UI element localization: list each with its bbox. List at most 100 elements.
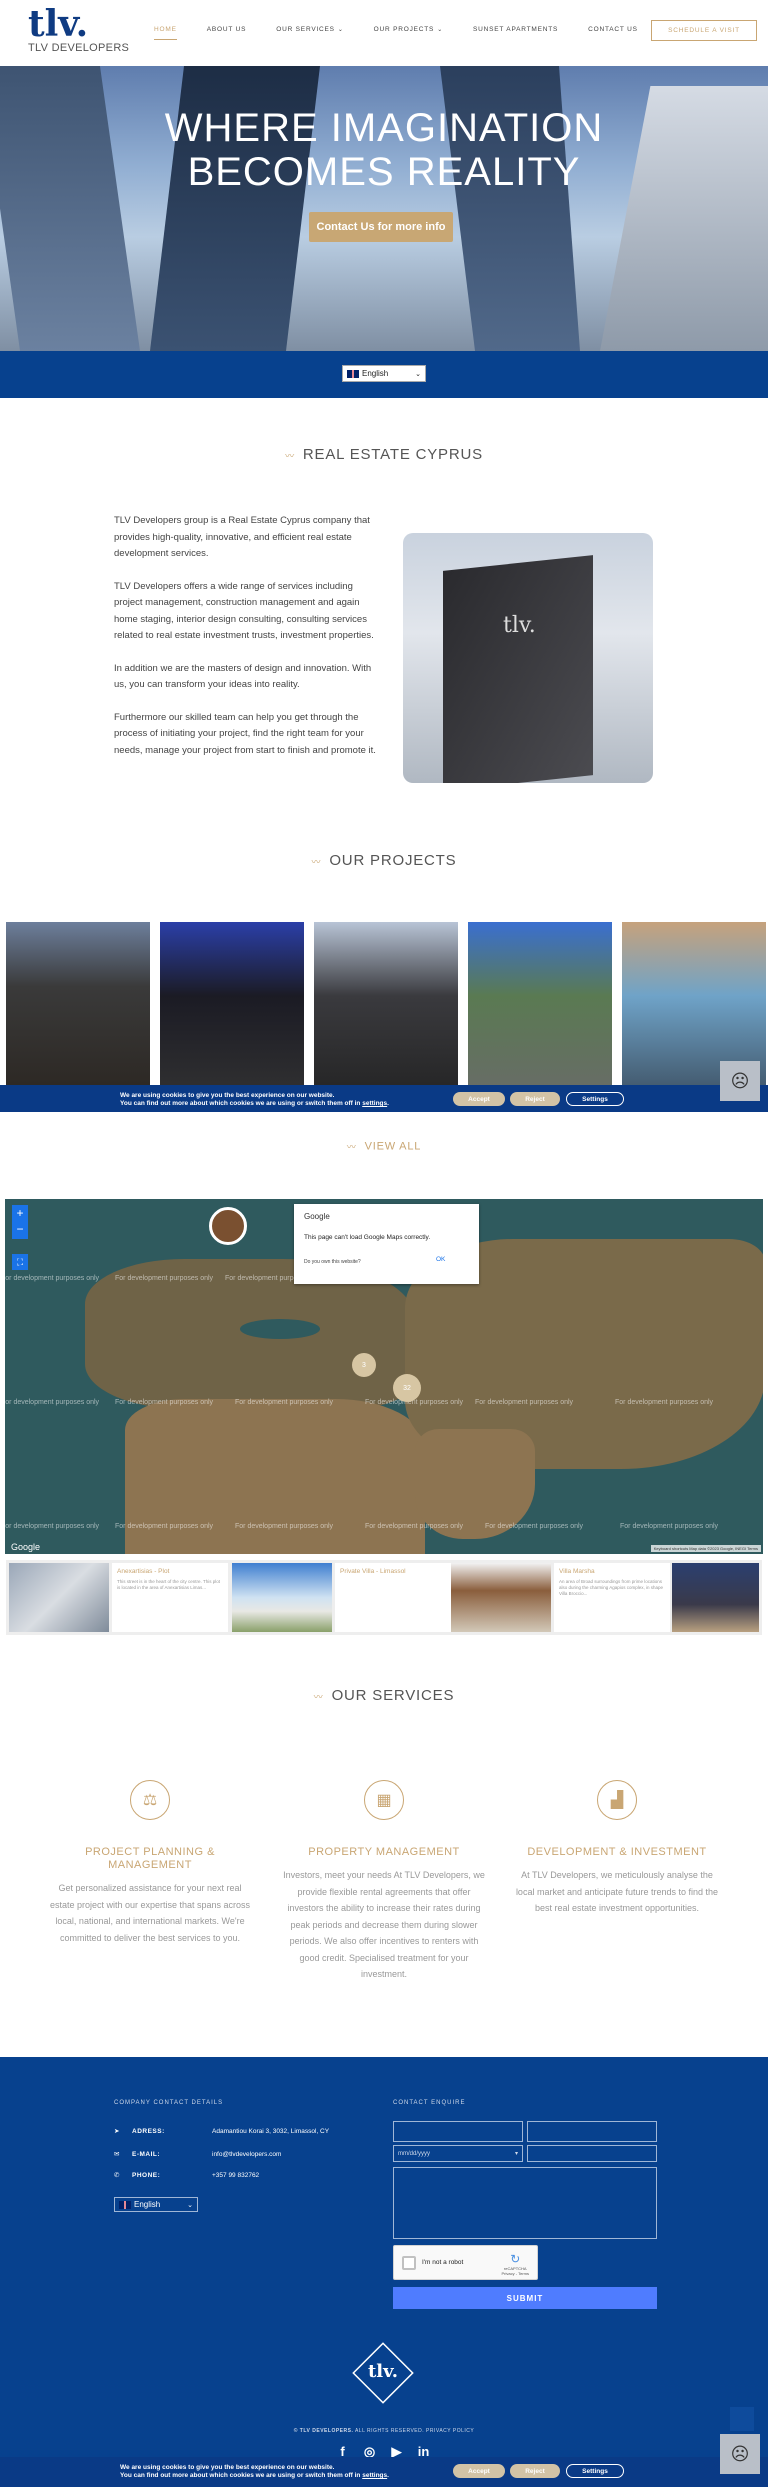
cookie-line-2-suffix: . [387, 2472, 389, 2479]
address-row: ➤ ADRESS: Adamantiou Korai 3, 3032, Limass… [114, 2127, 329, 2135]
nav-about-us[interactable]: ABOUT US [207, 26, 247, 33]
nav-projects-label: OUR PROJECTS [373, 26, 435, 33]
cookie-reject-button[interactable]: Reject [510, 2464, 560, 2478]
envelope-icon: ✉ [114, 2151, 120, 2158]
copyright-rest[interactable]: ALL RIGHTS RESERVED. PRIVACY POLICY [353, 2428, 474, 2434]
map-attribution[interactable]: Keyboard shortcuts Map data ©2023 Google… [650, 1545, 761, 1552]
map-watermark: For development purposes only [235, 1523, 334, 1530]
accessibility-widget-icon[interactable]: ☹ [720, 2434, 760, 2474]
projects-carousel [6, 922, 766, 1107]
email-input[interactable] [527, 2121, 657, 2142]
scroll-to-top-button[interactable] [730, 2407, 754, 2431]
listing-image[interactable] [451, 1563, 551, 1632]
service-title: PROJECT PLANNING & MANAGEMENT [85, 1846, 215, 1871]
cookie-settings-link[interactable]: settings [362, 2472, 387, 2479]
cookie-line-1: We are using cookies to give you the bes… [120, 1092, 335, 1099]
map-dialog-question[interactable]: Do you own this website? [304, 1259, 361, 1265]
nav-sunset-apartments[interactable]: SUNSET APARTMENTS [473, 26, 558, 33]
listing-card[interactable]: Villa Marsha An area of Broad surroundin… [554, 1563, 670, 1632]
projects-heading-text: OUR PROJECTS [329, 852, 457, 869]
listing-title: Villa Marsha [559, 1568, 595, 1575]
date-input[interactable]: mm/dd/yyyy ▾ [393, 2145, 523, 2162]
listing-image[interactable] [232, 1563, 332, 1632]
phone-input[interactable] [527, 2145, 657, 2162]
language-select[interactable]: English ⌄ [342, 365, 426, 382]
map-zoom-in-button[interactable]: + [12, 1205, 28, 1221]
name-input[interactable] [393, 2121, 523, 2142]
cookie-accept-button[interactable]: Accept [453, 2464, 505, 2478]
cookie-banner: We are using cookies to give you the bes… [0, 1085, 768, 1112]
view-all-label: VIEW ALL [364, 1140, 422, 1153]
map-fullscreen-icon[interactable]: ⛶ [12, 1254, 28, 1270]
map-watermark: For development purposes only [115, 1275, 214, 1282]
accessibility-widget-icon[interactable]: ☹ [720, 1061, 760, 1101]
nav-our-services[interactable]: OUR SERVICES ⌄ [276, 26, 343, 33]
address-key: ADRESS: [132, 2128, 165, 2135]
cookie-line-2: You can find out more about which cookie… [120, 2472, 389, 2480]
project-card[interactable] [468, 922, 612, 1107]
cookie-line-2: You can find out more about which cookie… [120, 1100, 389, 1108]
project-card[interactable] [314, 922, 458, 1107]
nav-home-label: HOME [154, 26, 177, 33]
map-dialog-ok-button[interactable]: OK [436, 1256, 445, 1263]
nav-our-projects[interactable]: OUR PROJECTS ⌄ [374, 26, 443, 33]
services-heading: 〰 OUR SERVICES [0, 1687, 768, 1704]
map-sea-mediterranean [240, 1319, 320, 1339]
phone-key: PHONE: [132, 2172, 161, 2179]
listing-card[interactable]: Private Villa - Limassol [335, 1563, 451, 1632]
map-cluster-marker[interactable]: 3 [352, 1353, 376, 1377]
map-zoom-out-button[interactable]: − [12, 1221, 28, 1237]
view-all-link[interactable]: 〰 VIEW ALL [0, 1140, 768, 1153]
listing-image[interactable] [9, 1563, 109, 1632]
footer-language-selected: English [134, 2200, 161, 2209]
phone-value[interactable]: +357 99 832762 [212, 2172, 259, 2179]
message-textarea[interactable] [393, 2167, 657, 2239]
about-building-shape [443, 555, 593, 783]
submit-button[interactable]: SUBMIT [393, 2287, 657, 2309]
projects-map[interactable]: For development purposes only For develo… [5, 1199, 763, 1554]
cookie-accept-button[interactable]: Accept [453, 1092, 505, 1106]
nav-contact-label: CONTACT US [588, 26, 638, 33]
contact-us-button[interactable]: Contact Us for more info [309, 212, 453, 242]
project-card[interactable] [160, 922, 304, 1107]
heading-ornament-icon: 〰 [346, 1142, 357, 1152]
service-description: Get personalized assistance for your nex… [49, 1883, 251, 1943]
email-key: E-MAIL: [132, 2151, 161, 2158]
listing-description: This street is in the heart of the city … [117, 1579, 220, 1590]
map-project-pin[interactable] [209, 1207, 247, 1245]
listing-card[interactable]: Anexartisias - Plot This street is in th… [112, 1563, 228, 1632]
map-watermark: For development purposes only [115, 1399, 214, 1406]
map-cluster-marker[interactable]: 32 [393, 1374, 421, 1402]
map-watermark: For development purposes only [485, 1523, 584, 1530]
cookie-settings-link[interactable]: settings [362, 1100, 387, 1107]
service-description: At TLV Developers, we meticulously analy… [515, 1870, 719, 1913]
service-card: ⚖ PROJECT PLANNING & MANAGEMENT Get pers… [45, 1780, 255, 1946]
cookie-settings-button[interactable]: Settings [566, 1092, 624, 1106]
cookie-reject-button[interactable]: Reject [510, 1092, 560, 1106]
about-heading: 〰 REAL ESTATE CYPRUS [0, 446, 768, 463]
service-card: ▟ DEVELOPMENT & INVESTMENT At TLV Develo… [512, 1780, 722, 1917]
cookie-settings-button[interactable]: Settings [566, 2464, 624, 2478]
address-value: Adamantiou Korai 3, 3032, Limassol, CY [212, 2128, 330, 2135]
listing-image[interactable] [672, 1563, 759, 1632]
email-value[interactable]: info@tlvdevelopers.com [212, 2151, 281, 2158]
map-watermark: For development purposes only [620, 1523, 719, 1530]
site-footer: COMPANY CONTACT DETAILS CONTACT ENQUIRE … [0, 2057, 768, 2487]
uk-flag-icon [347, 369, 359, 378]
recaptcha-checkbox[interactable] [402, 2256, 416, 2270]
hero-banner: WHERE IMAGINATION BECOMES REALITY Contac… [0, 66, 768, 351]
nav-contact-us[interactable]: CONTACT US [588, 26, 638, 33]
nav-home[interactable]: HOME [154, 26, 177, 40]
logo[interactable]: tlv. TLV DEVELOPERS [28, 6, 129, 54]
recaptcha-links[interactable]: Privacy - Terms [502, 2271, 529, 2276]
map-zoom-control: + − [12, 1205, 28, 1239]
map-dialog-brand: Google [304, 1212, 330, 1221]
listing-title: Private Villa - Limassol [340, 1568, 406, 1575]
footer-language-select[interactable]: English ⌄ [114, 2197, 198, 2212]
footer-logo[interactable]: tlv. [350, 2340, 416, 2406]
schedule-visit-button[interactable]: SCHEDULE A VISIT [651, 20, 757, 41]
about-paragraph: TLV Developers group is a Real Estate Cy… [114, 515, 370, 559]
about-text: TLV Developers group is a Real Estate Cy… [114, 513, 376, 775]
about-paragraph: TLV Developers offers a wide range of se… [114, 580, 374, 642]
project-card[interactable] [6, 922, 150, 1107]
